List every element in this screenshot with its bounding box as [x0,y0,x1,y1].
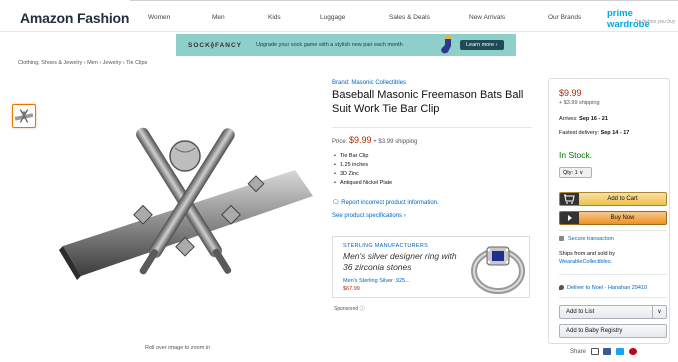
sponsored-label[interactable]: Sponsored ⓘ [334,305,365,312]
nav-men[interactable]: Men [212,14,225,21]
price-label: Price: [332,139,348,145]
add-to-list-button[interactable]: Add to List ∨ [559,305,667,319]
bullet-item: Antiqued Nickel Plate [334,179,392,188]
divider [559,230,667,231]
breadcrumb[interactable]: Clothing, Shoes & Jewelry › Men › Jewelr… [18,60,147,66]
nav-women[interactable]: Women [148,14,170,21]
sponsored-label-text: Sponsored [334,306,359,312]
add-to-baby-registry-button[interactable]: Add to Baby Registry [559,324,667,338]
banner-learn-more-button[interactable]: Learn more › [460,40,504,50]
ships-from: Ships from and sold by WearableCollectib… [559,250,667,266]
add-to-list-label: Add to List [566,309,595,315]
secure-transaction-label: Secure transaction [568,236,614,242]
cart-icon [560,193,579,205]
seller-link[interactable]: WearableCollectibles. [559,259,612,265]
play-icon [560,212,579,224]
image-thumbnail[interactable] [12,104,36,128]
fastest-delivery-value: Sep 14 - 17 [600,130,630,136]
tie-clip-thumbnail-image [14,109,34,123]
quantity-dropdown[interactable]: Qty: 1 ∨ [559,167,592,178]
buybox-shipping: + $3.99 shipping [559,100,600,106]
sock-icon [441,36,451,54]
banner-text: Upgrade your sock game with a stylish ne… [256,42,403,48]
add-to-cart-label: Add to Cart [607,196,638,202]
product-title: Baseball Masonic Freemason Bats Ball Sui… [332,89,524,115]
arrival-date-label: Arrives: [559,116,578,122]
bullet-item: Tie Bar Clip [334,152,392,161]
nav-sales-deals[interactable]: Sales & Deals [389,14,430,21]
quantity-value: Qty: 1 [563,170,578,176]
fastest-delivery-label: Fastest delivery: [559,130,600,136]
facebook-icon[interactable] [603,348,612,355]
email-icon[interactable] [590,348,599,355]
product-specifications-link[interactable]: See product specifications › [332,213,406,219]
sponsored-ad[interactable]: STERLING MANUFACTURERS Men's silver desi… [332,236,530,298]
bullet-item: 3D Zinc [334,170,392,179]
nav-our-brands[interactable]: Our Brands [548,14,581,21]
price-line: Price: $9.99 + $3.99 shipping [332,135,417,145]
brand-link[interactable]: Brand: Masonic Collectibles [332,80,406,86]
chevron-down-icon: ∨ [579,170,584,176]
zoom-hint: Roll over image to zoom in [145,345,211,351]
ad-product-link[interactable]: Men's Sterling Silver .925... [343,278,410,284]
ships-from-label: Ships from and sold by [559,251,615,257]
divider [559,274,667,275]
top-rule [130,0,678,1]
lock-icon [559,236,564,242]
price-shipping: + $3.99 shipping [373,139,418,145]
info-icon: ⓘ [359,306,365,312]
deliver-to-link[interactable]: Deliver to Noel - Hanahan 29410 [559,285,647,291]
nav-kids[interactable]: Kids [268,14,281,21]
share-label: Share [570,349,587,356]
report-link-label: Report incorrect product information. [341,200,439,206]
pinterest-icon[interactable] [628,348,637,355]
divider [332,127,532,128]
promo-banner[interactable]: SOCK⟠FANCY Upgrade your sock game with a… [176,34,516,56]
report-incorrect-info-link[interactable]: 🗨 Report incorrect product information. [332,199,439,206]
prime-wardrobe-tagline: Try before you buy [634,19,676,25]
chat-bubble-icon: 🗨 [332,200,340,206]
buybox-price: $9.99 [559,88,582,98]
feature-bullets: Tie Bar Clip 1.25 inches 3D Zinc Antique… [334,152,392,188]
ad-header: STERLING MANUFACTURERS [343,243,429,249]
ad-headline[interactable]: Men's silver designer ring with 36 zirco… [343,251,463,273]
top-navigation: Amazon Fashion Women Men Kids Luggage Sa… [0,0,678,32]
chevron-down-icon[interactable]: ∨ [652,306,666,318]
stock-status: In Stock. [559,150,593,160]
add-to-cart-button[interactable]: Add to Cart [559,192,667,206]
bullet-item: 1.25 inches [334,161,392,170]
share-bar: Share [570,348,637,355]
twitter-icon[interactable] [616,348,625,355]
buy-now-label: Buy Now [610,215,635,221]
amazon-fashion-logo[interactable]: Amazon Fashion [20,10,129,26]
nav-luggage[interactable]: Luggage [320,14,345,21]
buy-now-button[interactable]: Buy Now [559,211,667,225]
secure-transaction-link[interactable]: Secure transaction [559,236,614,242]
deliver-to-label: Deliver to Noel - Hanahan 29410 [567,285,648,291]
arrival-date: Arrives: Sep 16 - 21 [559,116,608,122]
product-main-image[interactable] [55,108,320,298]
fastest-delivery: Fastest delivery: Sep 14 - 17 [559,130,629,136]
ad-price: $67.99 [343,286,360,292]
arrival-date-value: Sep 16 - 21 [579,116,608,122]
location-pin-icon [559,285,564,291]
buy-box: $9.99 + $3.99 shipping Arrives: Sep 16 -… [548,78,670,344]
product-price: $9.99 [349,135,372,145]
banner-logo: SOCK⟠FANCY [188,42,243,49]
nav-new-arrivals[interactable]: New Arrivals [469,14,505,21]
divider [559,297,667,298]
ring-image[interactable] [469,241,527,295]
